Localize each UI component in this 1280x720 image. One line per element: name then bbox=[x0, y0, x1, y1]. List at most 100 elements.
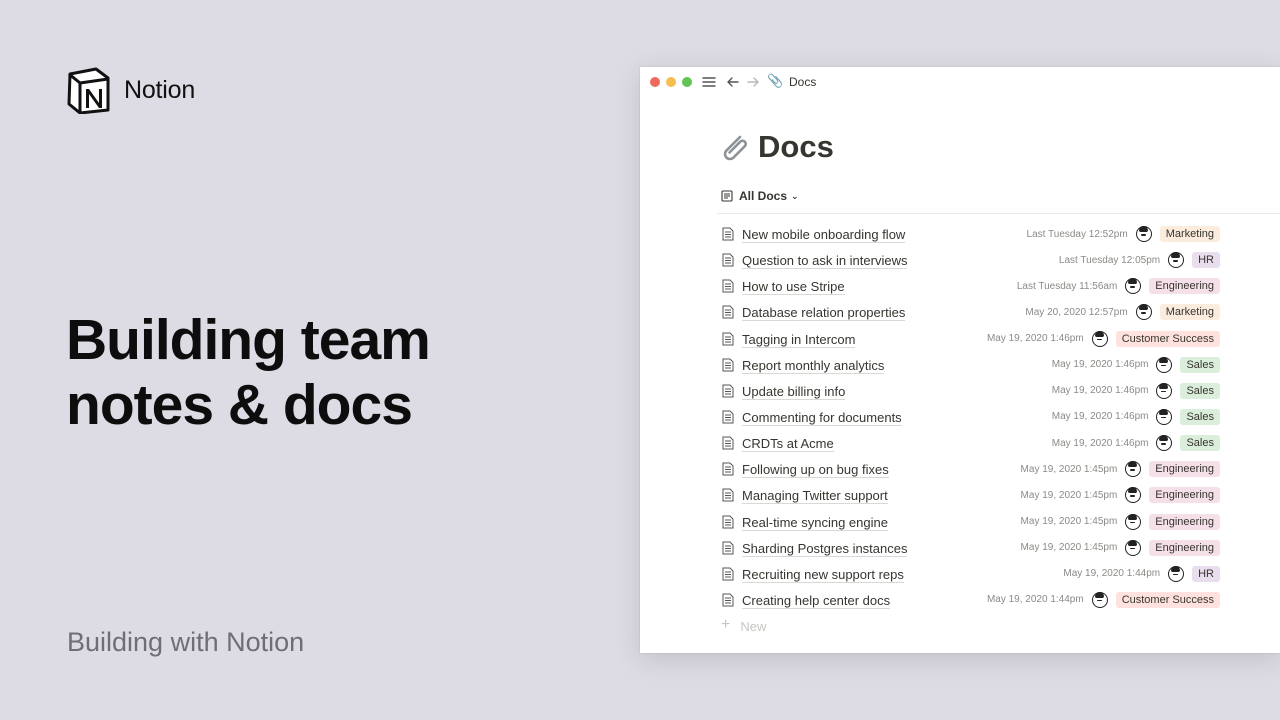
doc-title[interactable]: Report monthly analytics bbox=[742, 358, 885, 374]
avatar[interactable] bbox=[1125, 539, 1142, 556]
last-edited-date: May 20, 2020 12:57pm bbox=[1025, 306, 1128, 318]
breadcrumb[interactable]: Docs bbox=[789, 75, 816, 89]
back-arrow-icon[interactable] bbox=[725, 74, 741, 90]
page-icon bbox=[722, 515, 734, 529]
doc-title[interactable]: Creating help center docs bbox=[742, 593, 891, 609]
list-item[interactable]: Report monthly analytics May 19, 2020 1:4… bbox=[720, 352, 1220, 378]
avatar[interactable] bbox=[1135, 226, 1152, 242]
tag-badge[interactable]: Customer Success bbox=[1115, 330, 1220, 347]
tag-badge[interactable]: Engineering bbox=[1149, 487, 1220, 504]
doc-title[interactable]: How to use Stripe bbox=[742, 279, 845, 296]
notion-logo-icon bbox=[67, 67, 110, 114]
subtitle: Building with Notion bbox=[67, 627, 305, 657]
page-title[interactable]: Docs bbox=[758, 129, 834, 165]
tag-badge[interactable]: Engineering bbox=[1149, 539, 1220, 556]
list-item[interactable]: Creating help center docs May 19, 2020 1:… bbox=[720, 587, 1220, 613]
doc-title[interactable]: Managing Twitter support bbox=[742, 488, 888, 505]
page-icon bbox=[722, 384, 734, 398]
page-icon bbox=[722, 305, 734, 319]
list-item[interactable]: Tagging in Intercom May 19, 2020 1:46pm Cu… bbox=[720, 326, 1220, 352]
doc-title[interactable]: Question to ask in interviews bbox=[742, 253, 908, 270]
close-window-button[interactable] bbox=[650, 77, 660, 87]
avatar[interactable] bbox=[1091, 330, 1108, 347]
divider bbox=[717, 213, 1280, 214]
tag-badge[interactable]: Marketing bbox=[1159, 226, 1220, 242]
list-item[interactable]: Database relation properties May 20, 2020… bbox=[720, 299, 1220, 325]
tag-badge[interactable]: Sales bbox=[1180, 382, 1220, 399]
forward-arrow-icon[interactable] bbox=[745, 74, 761, 90]
tag-badge[interactable]: Engineering bbox=[1149, 278, 1220, 295]
tag-badge[interactable]: Marketing bbox=[1159, 304, 1220, 321]
maximize-window-button[interactable] bbox=[682, 77, 692, 87]
doc-title[interactable]: Commenting for documents bbox=[742, 410, 902, 426]
page-icon bbox=[722, 253, 734, 267]
doc-list: New mobile onboarding flow Last Tuesday 1… bbox=[720, 221, 1220, 613]
doc-title[interactable]: Sharding Postgres instances bbox=[742, 541, 908, 557]
last-edited-date: May 19, 2020 1:46pm bbox=[1051, 359, 1149, 371]
tag-badge[interactable]: Sales bbox=[1180, 408, 1220, 425]
avatar[interactable] bbox=[1156, 382, 1173, 399]
avatar[interactable] bbox=[1125, 513, 1142, 530]
avatar[interactable] bbox=[1156, 356, 1173, 373]
list-item[interactable]: Commenting for documents May 19, 2020 1:4… bbox=[720, 404, 1220, 430]
doc-title[interactable]: Database relation properties bbox=[742, 305, 906, 322]
new-row-button[interactable]: + New bbox=[721, 616, 766, 634]
doc-title[interactable]: Recruiting new support reps bbox=[742, 567, 904, 583]
tag-badge[interactable]: HR bbox=[1192, 252, 1220, 269]
list-item[interactable]: Recruiting new support reps May 19, 2020 … bbox=[720, 561, 1220, 587]
last-edited-date: May 19, 2020 1:45pm bbox=[1020, 542, 1118, 554]
doc-title[interactable]: Tagging in Intercom bbox=[742, 332, 856, 348]
tag-badge[interactable]: HR bbox=[1192, 565, 1220, 582]
doc-title[interactable]: Update billing info bbox=[742, 384, 846, 400]
headline-line-2: notes & docs bbox=[66, 373, 413, 437]
tag-badge[interactable]: Engineering bbox=[1149, 461, 1220, 478]
avatar[interactable] bbox=[1135, 304, 1152, 321]
last-edited-date: May 19, 2020 1:45pm bbox=[1020, 516, 1118, 528]
headline: Building team notes & docs bbox=[66, 308, 586, 438]
list-item[interactable]: Following up on bug fixes May 19, 2020 1:… bbox=[720, 456, 1220, 482]
list-item[interactable]: Question to ask in interviews Last Tuesda… bbox=[720, 247, 1220, 273]
row-meta: May 19, 2020 1:45pm Engineering bbox=[1021, 487, 1220, 504]
row-meta: May 20, 2020 12:57pm Marketing bbox=[1025, 304, 1220, 321]
tag-badge[interactable]: Sales bbox=[1180, 356, 1220, 373]
row-meta: May 19, 2020 1:44pm HR bbox=[1063, 565, 1220, 582]
doc-title[interactable]: New mobile onboarding flow bbox=[742, 227, 906, 243]
list-item[interactable]: New mobile onboarding flow Last Tuesday 1… bbox=[720, 221, 1220, 247]
row-meta: May 19, 2020 1:45pm Engineering bbox=[1020, 539, 1220, 556]
menu-icon[interactable] bbox=[701, 74, 717, 90]
list-item[interactable]: Update billing info May 19, 2020 1:46pm Sa… bbox=[720, 378, 1220, 404]
avatar[interactable] bbox=[1091, 591, 1108, 608]
avatar[interactable] bbox=[1156, 435, 1173, 452]
last-edited-date: Last Tuesday 11:56am bbox=[1016, 280, 1118, 292]
list-item[interactable]: Sharding Postgres instances May 19, 2020 … bbox=[720, 535, 1220, 561]
brand-name: Notion bbox=[124, 75, 196, 104]
doc-title[interactable]: Following up on bug fixes bbox=[742, 462, 889, 479]
minimize-window-button[interactable] bbox=[666, 77, 676, 87]
row-meta: Last Tuesday 12:05pm HR bbox=[1059, 252, 1220, 269]
last-edited-date: May 19, 2020 1:46pm bbox=[1051, 385, 1149, 397]
avatar[interactable] bbox=[1168, 252, 1185, 269]
list-item[interactable]: CRDTs at Acme May 19, 2020 1:46pm Sales bbox=[720, 430, 1220, 456]
avatar[interactable] bbox=[1168, 565, 1185, 582]
page-icon bbox=[722, 488, 734, 502]
tag-badge[interactable]: Sales bbox=[1180, 435, 1220, 452]
avatar[interactable] bbox=[1125, 278, 1142, 295]
tag-badge[interactable]: Customer Success bbox=[1115, 591, 1220, 608]
avatar[interactable] bbox=[1125, 461, 1142, 478]
headline-line-1: Building team bbox=[66, 308, 431, 372]
tag-badge[interactable]: Engineering bbox=[1149, 513, 1220, 530]
avatar[interactable] bbox=[1125, 487, 1142, 504]
doc-title[interactable]: CRDTs at Acme bbox=[742, 436, 834, 453]
titlebar: 📎 Docs bbox=[640, 67, 1280, 97]
doc-title[interactable]: Real-time syncing engine bbox=[742, 515, 888, 531]
view-switcher[interactable]: All Docs ⌄ bbox=[721, 189, 799, 203]
page-icon bbox=[722, 593, 734, 607]
list-item[interactable]: Real-time syncing engine May 19, 2020 1:4… bbox=[720, 509, 1220, 535]
app-window: 📎 Docs Docs All Docs ⌄ New mobile onboar… bbox=[640, 67, 1280, 653]
list-item[interactable]: How to use Stripe Last Tuesday 11:56am Eng… bbox=[720, 273, 1220, 299]
avatar[interactable] bbox=[1156, 408, 1173, 425]
list-view-icon bbox=[721, 190, 733, 202]
paperclip-icon[interactable] bbox=[718, 131, 752, 165]
last-edited-date: May 19, 2020 1:46pm bbox=[1051, 411, 1149, 423]
list-item[interactable]: Managing Twitter support May 19, 2020 1:4… bbox=[720, 482, 1220, 508]
